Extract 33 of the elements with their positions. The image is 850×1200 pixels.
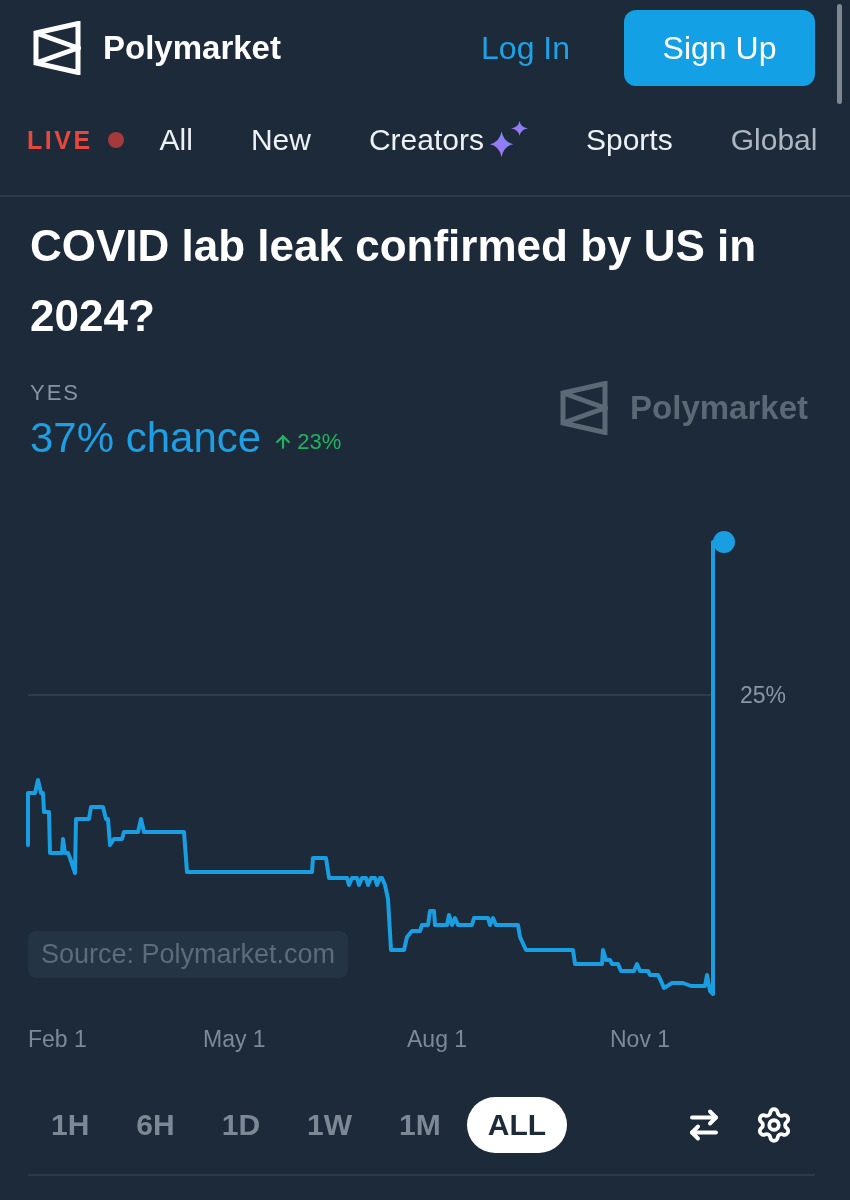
- axis-date-label: Feb 1: [28, 1025, 87, 1054]
- sparkle-icon: [490, 121, 528, 159]
- watermark-text: Polymarket: [630, 389, 808, 427]
- scrollbar[interactable]: [837, 4, 842, 104]
- logo-icon: [560, 381, 609, 435]
- nav-link[interactable]: Sports: [586, 118, 673, 162]
- live-dot-icon: [107, 132, 124, 148]
- axis-tick-label: 25%: [740, 682, 787, 708]
- axis-date-label: Nov 1: [610, 1025, 671, 1054]
- axis-date-label: Aug 1: [407, 1025, 468, 1054]
- chance-value: 37% chance: [30, 414, 262, 462]
- range-tab[interactable]: 6H: [115, 1097, 196, 1153]
- end-dot-icon: [713, 531, 735, 553]
- settings-icon[interactable]: [755, 1106, 793, 1144]
- change-value: 23%: [297, 429, 342, 455]
- login-link[interactable]: Log In: [481, 28, 570, 68]
- nav-link[interactable]: Creators: [368, 118, 528, 162]
- source-label: Source: Polymarket.com: [28, 931, 349, 978]
- axis-date-label: May 1: [203, 1025, 266, 1054]
- range-tab[interactable]: 1M: [378, 1097, 462, 1153]
- nav-link[interactable]: Global: [730, 118, 818, 162]
- live-label: LIVE: [27, 125, 93, 156]
- range-tab[interactable]: 1H: [30, 1097, 111, 1153]
- range-tab[interactable]: 1W: [286, 1097, 374, 1153]
- nav-link[interactable]: All: [159, 118, 193, 162]
- logo-icon: [33, 21, 81, 75]
- range-tab[interactable]: 1D: [200, 1097, 282, 1153]
- nav-link[interactable]: New: [250, 118, 311, 162]
- market-title: COVID lab leak confirmed by US in 2024?: [30, 220, 758, 342]
- brand-name: Polymarket: [103, 28, 281, 68]
- range-tab[interactable]: ALL: [466, 1097, 568, 1153]
- signup-button[interactable]: Sign Up: [624, 10, 815, 86]
- outcome-label: YES: [30, 379, 81, 407]
